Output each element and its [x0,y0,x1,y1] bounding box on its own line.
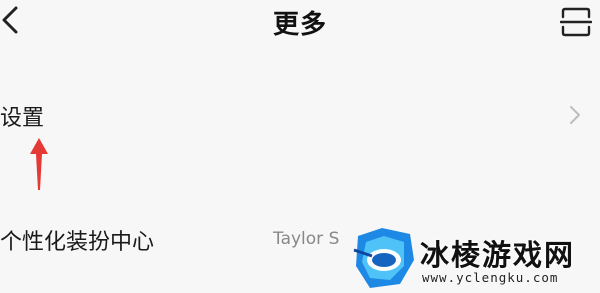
theme-center-label: 个性化装扮中心 [0,230,155,255]
page-title: 更多 [272,10,327,40]
scan-icon[interactable] [560,6,592,38]
red-arrow-up-icon [30,138,48,190]
watermark: 冰棱游戏网 www.yclengku.com [352,226,600,293]
settings-label: 设置 [0,106,45,131]
watermark-url: www.yclengku.com [422,270,559,285]
watermark-name: 冰棱游戏网 [420,238,576,272]
theme-value: Taylor S [273,229,340,249]
nav-bar: 更多 [0,0,600,44]
chevron-right-icon [570,106,580,124]
settings-row[interactable]: 设置 [0,62,600,178]
watermark-logo-icon [353,228,414,288]
